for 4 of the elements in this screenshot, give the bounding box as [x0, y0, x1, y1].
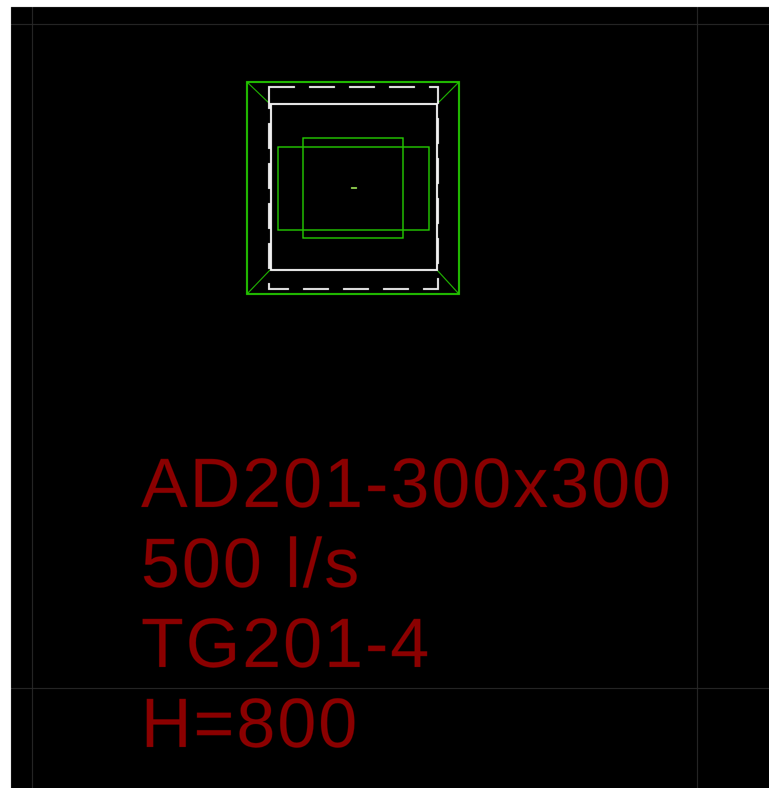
- drawing-label: TG201-4: [141, 603, 432, 683]
- drawing-label: H=800: [141, 683, 360, 763]
- drawing-label: 500 l/s: [141, 523, 362, 603]
- drawing-label: AD201-300x300: [141, 443, 673, 523]
